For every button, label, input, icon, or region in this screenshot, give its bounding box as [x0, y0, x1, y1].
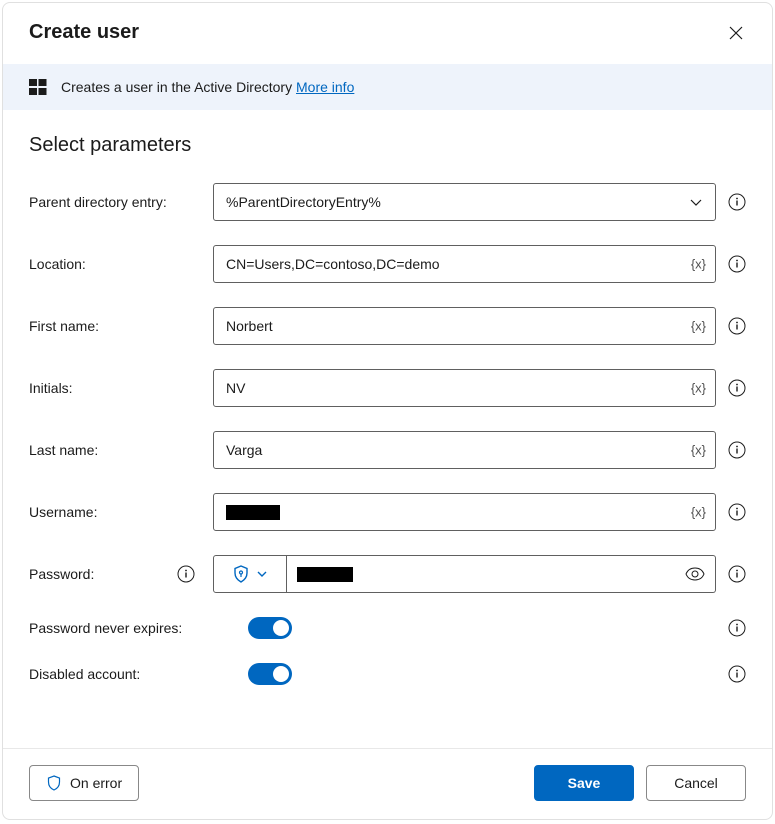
- parent-directory-select[interactable]: %ParentDirectoryEntry%: [213, 183, 716, 221]
- on-error-label: On error: [70, 775, 122, 791]
- never-expires-toggle[interactable]: [248, 617, 292, 639]
- close-button[interactable]: [726, 23, 746, 43]
- password-redacted: [297, 567, 353, 582]
- label-disabled: Disabled account:: [29, 666, 201, 682]
- info-disabled[interactable]: [728, 665, 746, 683]
- show-password-button[interactable]: [685, 567, 705, 581]
- more-info-link[interactable]: More info: [296, 79, 354, 95]
- save-label: Save: [568, 775, 601, 791]
- row-disabled: Disabled account:: [29, 663, 746, 685]
- info-initials[interactable]: [728, 379, 746, 397]
- shield-outline-icon: [46, 775, 62, 791]
- info-last-name[interactable]: [728, 441, 746, 459]
- label-username: Username:: [29, 504, 201, 520]
- row-password: Password:: [29, 555, 746, 593]
- last-name-input[interactable]: Varga: [213, 431, 716, 469]
- label-parent: Parent directory entry:: [29, 194, 201, 210]
- info-never-expires[interactable]: [728, 619, 746, 637]
- chevron-down-icon: [256, 568, 268, 580]
- toggle-knob: [273, 666, 289, 682]
- row-parent-directory: Parent directory entry: %ParentDirectory…: [29, 183, 746, 221]
- close-icon: [729, 26, 743, 40]
- first-name-input[interactable]: Norbert: [213, 307, 716, 345]
- dialog-header: Create user: [3, 3, 772, 52]
- info-icon: [177, 565, 195, 583]
- row-username: Username: {x}: [29, 493, 746, 531]
- info-icon: [728, 193, 746, 211]
- cancel-label: Cancel: [674, 775, 718, 791]
- location-value: CN=Users,DC=contoso,DC=demo: [226, 256, 440, 272]
- row-location: Location: CN=Users,DC=contoso,DC=demo {x…: [29, 245, 746, 283]
- disabled-toggle[interactable]: [248, 663, 292, 685]
- info-icon: [728, 503, 746, 521]
- label-password: Password:: [29, 566, 94, 582]
- parent-directory-value: %ParentDirectoryEntry%: [226, 194, 381, 210]
- dialog-content: Select parameters Parent directory entry…: [3, 110, 772, 748]
- banner-description: Creates a user in the Active Directory: [61, 79, 296, 95]
- label-never-expires: Password never expires:: [29, 620, 201, 636]
- info-parent[interactable]: [728, 193, 746, 211]
- info-icon: [728, 565, 746, 583]
- chevron-down-icon: [689, 195, 703, 209]
- save-button[interactable]: Save: [534, 765, 634, 801]
- info-icon: [728, 619, 746, 637]
- initials-input[interactable]: NV: [213, 369, 716, 407]
- dialog-title: Create user: [29, 21, 139, 44]
- row-first-name: First name: Norbert {x}: [29, 307, 746, 345]
- initials-value: NV: [226, 380, 245, 396]
- label-initials: Initials:: [29, 380, 201, 396]
- row-never-expires: Password never expires:: [29, 617, 746, 639]
- info-icon: [728, 665, 746, 683]
- password-input[interactable]: [287, 555, 716, 593]
- windows-icon: [29, 78, 47, 96]
- last-name-value: Varga: [226, 442, 262, 458]
- username-redacted: [226, 505, 280, 520]
- info-first-name[interactable]: [728, 317, 746, 335]
- shield-icon: [232, 565, 250, 583]
- info-username[interactable]: [728, 503, 746, 521]
- info-password[interactable]: [728, 565, 746, 583]
- first-name-value: Norbert: [226, 318, 273, 334]
- row-initials: Initials: NV {x}: [29, 369, 746, 407]
- info-location[interactable]: [728, 255, 746, 273]
- cancel-button[interactable]: Cancel: [646, 765, 746, 801]
- label-last-name: Last name:: [29, 442, 201, 458]
- username-input[interactable]: [213, 493, 716, 531]
- info-password-left[interactable]: [177, 565, 195, 583]
- create-user-dialog: Create user Creates a user in the Active…: [2, 2, 773, 820]
- info-banner: Creates a user in the Active Directory M…: [3, 64, 772, 110]
- banner-text: Creates a user in the Active Directory M…: [61, 79, 354, 95]
- label-first-name: First name:: [29, 318, 201, 334]
- password-type-select[interactable]: [213, 555, 287, 593]
- eye-icon: [685, 567, 705, 581]
- toggle-knob: [273, 620, 289, 636]
- info-icon: [728, 317, 746, 335]
- on-error-button[interactable]: On error: [29, 765, 139, 801]
- section-title: Select parameters: [29, 134, 746, 157]
- info-icon: [728, 441, 746, 459]
- dialog-footer: On error Save Cancel: [3, 748, 772, 819]
- info-icon: [728, 255, 746, 273]
- label-location: Location:: [29, 256, 201, 272]
- row-last-name: Last name: Varga {x}: [29, 431, 746, 469]
- info-icon: [728, 379, 746, 397]
- location-input[interactable]: CN=Users,DC=contoso,DC=demo: [213, 245, 716, 283]
